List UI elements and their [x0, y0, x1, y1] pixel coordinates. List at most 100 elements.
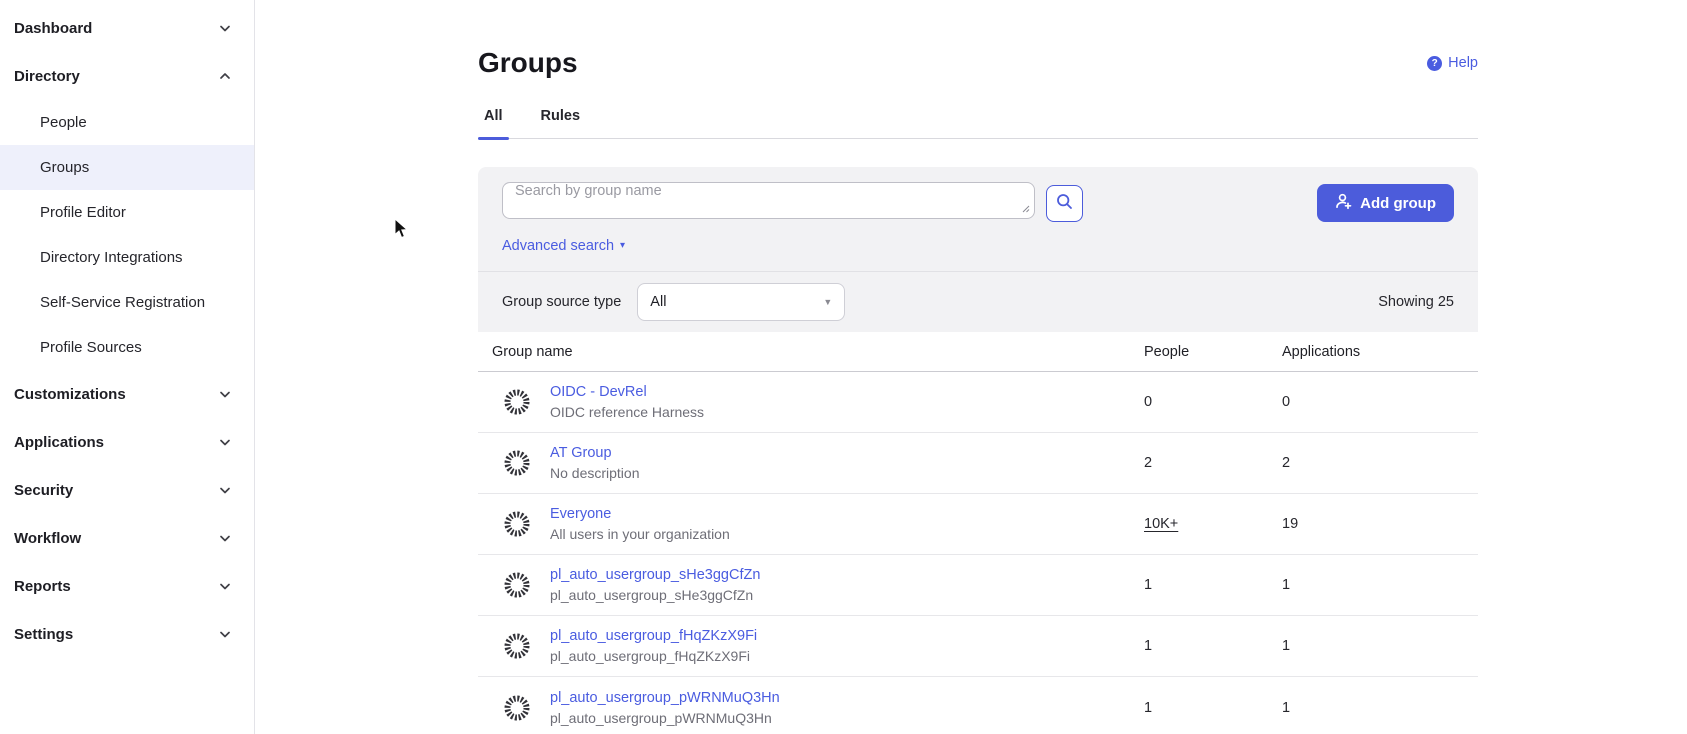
table-row: pl_auto_usergroup_fHqZKzX9Fi pl_auto_use…	[478, 616, 1478, 677]
chevron-down-icon	[218, 21, 232, 35]
people-count: 2	[1144, 455, 1282, 471]
group-name-link[interactable]: AT Group	[550, 445, 640, 461]
applications-count: 19	[1282, 516, 1298, 532]
column-header-people: People	[1144, 344, 1282, 360]
caret-down-icon: ▾	[620, 241, 625, 251]
people-count: 1	[1144, 700, 1282, 716]
filter-row: Group source type All ▼ Showing 25	[478, 271, 1478, 332]
group-source-type-select[interactable]: All ▼	[637, 283, 845, 321]
table-row: OIDC - DevRel OIDC reference Harness 0 0	[478, 372, 1478, 433]
group-icon	[502, 693, 532, 723]
question-icon: ?	[1427, 56, 1442, 71]
sidebar-item-settings[interactable]: Settings	[0, 610, 254, 658]
sidebar-sub-label: Self-Service Registration	[40, 294, 205, 311]
group-description: pl_auto_usergroup_pWRNMuQ3Hn	[550, 710, 780, 726]
search-button[interactable]	[1046, 185, 1083, 222]
add-group-button[interactable]: Add group	[1317, 184, 1454, 222]
sidebar-sub-label: Profile Sources	[40, 339, 142, 356]
sidebar-sub-label: Directory Integrations	[40, 249, 183, 266]
sidebar-item-security[interactable]: Security	[0, 466, 254, 514]
sidebar-item-label: Workflow	[14, 530, 81, 547]
groups-table: Group name People Applications OIDC - De…	[478, 332, 1478, 734]
help-link[interactable]: ? Help	[1427, 55, 1478, 71]
group-name-link[interactable]: pl_auto_usergroup_fHqZKzX9Fi	[550, 628, 757, 644]
table-row: Everyone All users in your organization …	[478, 494, 1478, 555]
sidebar-item-self-service-registration[interactable]: Self-Service Registration	[0, 280, 254, 325]
sidebar-sub-label: Profile Editor	[40, 204, 126, 221]
main-area: Groups ? Help All Rules	[256, 0, 1687, 734]
sidebar-item-label: Settings	[14, 626, 73, 643]
group-icon	[502, 448, 532, 478]
sidebar-item-profile-sources[interactable]: Profile Sources	[0, 325, 254, 370]
search-filter-panel: Add group Advanced search ▾ Group source…	[478, 167, 1478, 332]
sidebar-item-people[interactable]: People	[0, 100, 254, 145]
table-row: pl_auto_usergroup_sHe3ggCfZn pl_auto_use…	[478, 555, 1478, 616]
group-name-link[interactable]: Everyone	[550, 506, 730, 522]
chevron-down-icon	[218, 627, 232, 641]
advanced-search-link[interactable]: Advanced search ▾	[502, 238, 625, 254]
tab-bar: All Rules	[478, 108, 1478, 139]
sidebar-item-dashboard[interactable]: Dashboard	[0, 4, 254, 52]
groups-admin-page: Dashboard Directory People Groups Profil…	[0, 0, 1687, 734]
showing-count: Showing 25	[1378, 294, 1454, 310]
group-name-link[interactable]: pl_auto_usergroup_pWRNMuQ3Hn	[550, 690, 780, 706]
sidebar-item-groups[interactable]: Groups	[0, 145, 254, 190]
people-count: 0	[1144, 394, 1282, 410]
sidebar-item-profile-editor[interactable]: Profile Editor	[0, 190, 254, 235]
column-header-group-name: Group name	[492, 344, 1144, 360]
applications-count: 2	[1282, 455, 1290, 471]
sidebar-item-directory-integrations[interactable]: Directory Integrations	[0, 235, 254, 280]
group-name-link[interactable]: pl_auto_usergroup_sHe3ggCfZn	[550, 567, 760, 583]
select-value: All	[650, 294, 666, 310]
people-count: 1	[1144, 577, 1282, 593]
group-description: pl_auto_usergroup_sHe3ggCfZn	[550, 587, 760, 603]
sidebar-item-customizations[interactable]: Customizations	[0, 370, 254, 418]
sidebar-item-directory[interactable]: Directory	[0, 52, 254, 100]
sidebar-item-applications[interactable]: Applications	[0, 418, 254, 466]
group-description: No description	[550, 465, 640, 481]
sidebar-item-reports[interactable]: Reports	[0, 562, 254, 610]
group-icon	[502, 570, 532, 600]
group-name-link[interactable]: OIDC - DevRel	[550, 384, 704, 400]
group-description: pl_auto_usergroup_fHqZKzX9Fi	[550, 648, 757, 664]
help-label: Help	[1448, 55, 1478, 71]
chevron-down-icon	[218, 579, 232, 593]
search-icon	[1056, 193, 1073, 213]
tab-label: All	[484, 108, 503, 124]
group-description: All users in your organization	[550, 526, 730, 542]
table-row: pl_auto_usergroup_pWRNMuQ3Hn pl_auto_use…	[478, 677, 1478, 734]
group-icon	[502, 631, 532, 661]
sidebar-sub-label: Groups	[40, 159, 89, 176]
group-icon	[502, 509, 532, 539]
tab-rules[interactable]: Rules	[535, 108, 587, 138]
sidebar-sub-label: People	[40, 114, 87, 131]
sidebar-item-label: Directory	[14, 68, 80, 85]
table-header: Group name People Applications	[478, 332, 1478, 372]
chevron-down-icon	[218, 435, 232, 449]
table-row: AT Group No description 2 2	[478, 433, 1478, 494]
group-icon	[502, 387, 532, 417]
chevron-up-icon	[218, 69, 232, 83]
applications-count: 1	[1282, 700, 1290, 716]
sidebar-item-label: Applications	[14, 434, 104, 451]
applications-count: 0	[1282, 394, 1290, 410]
tab-all[interactable]: All	[478, 108, 509, 138]
chevron-down-icon	[218, 483, 232, 497]
people-count-link[interactable]: 10K+	[1144, 516, 1178, 532]
people-count: 1	[1144, 638, 1282, 654]
sidebar-item-label: Customizations	[14, 386, 126, 403]
sidebar-item-workflow[interactable]: Workflow	[0, 514, 254, 562]
applications-count: 1	[1282, 577, 1290, 593]
group-description: OIDC reference Harness	[550, 404, 704, 420]
group-search-input[interactable]	[502, 182, 1035, 219]
tab-label: Rules	[541, 108, 581, 124]
group-source-type-label: Group source type	[502, 294, 621, 310]
chevron-down-icon	[218, 531, 232, 545]
user-add-icon	[1335, 193, 1352, 214]
sidebar-item-label: Reports	[14, 578, 71, 595]
resize-handle-icon[interactable]	[1020, 200, 1030, 218]
add-group-label: Add group	[1360, 195, 1436, 212]
advanced-search-label: Advanced search	[502, 238, 614, 254]
applications-count: 1	[1282, 638, 1290, 654]
sidebar: Dashboard Directory People Groups Profil…	[0, 0, 255, 734]
